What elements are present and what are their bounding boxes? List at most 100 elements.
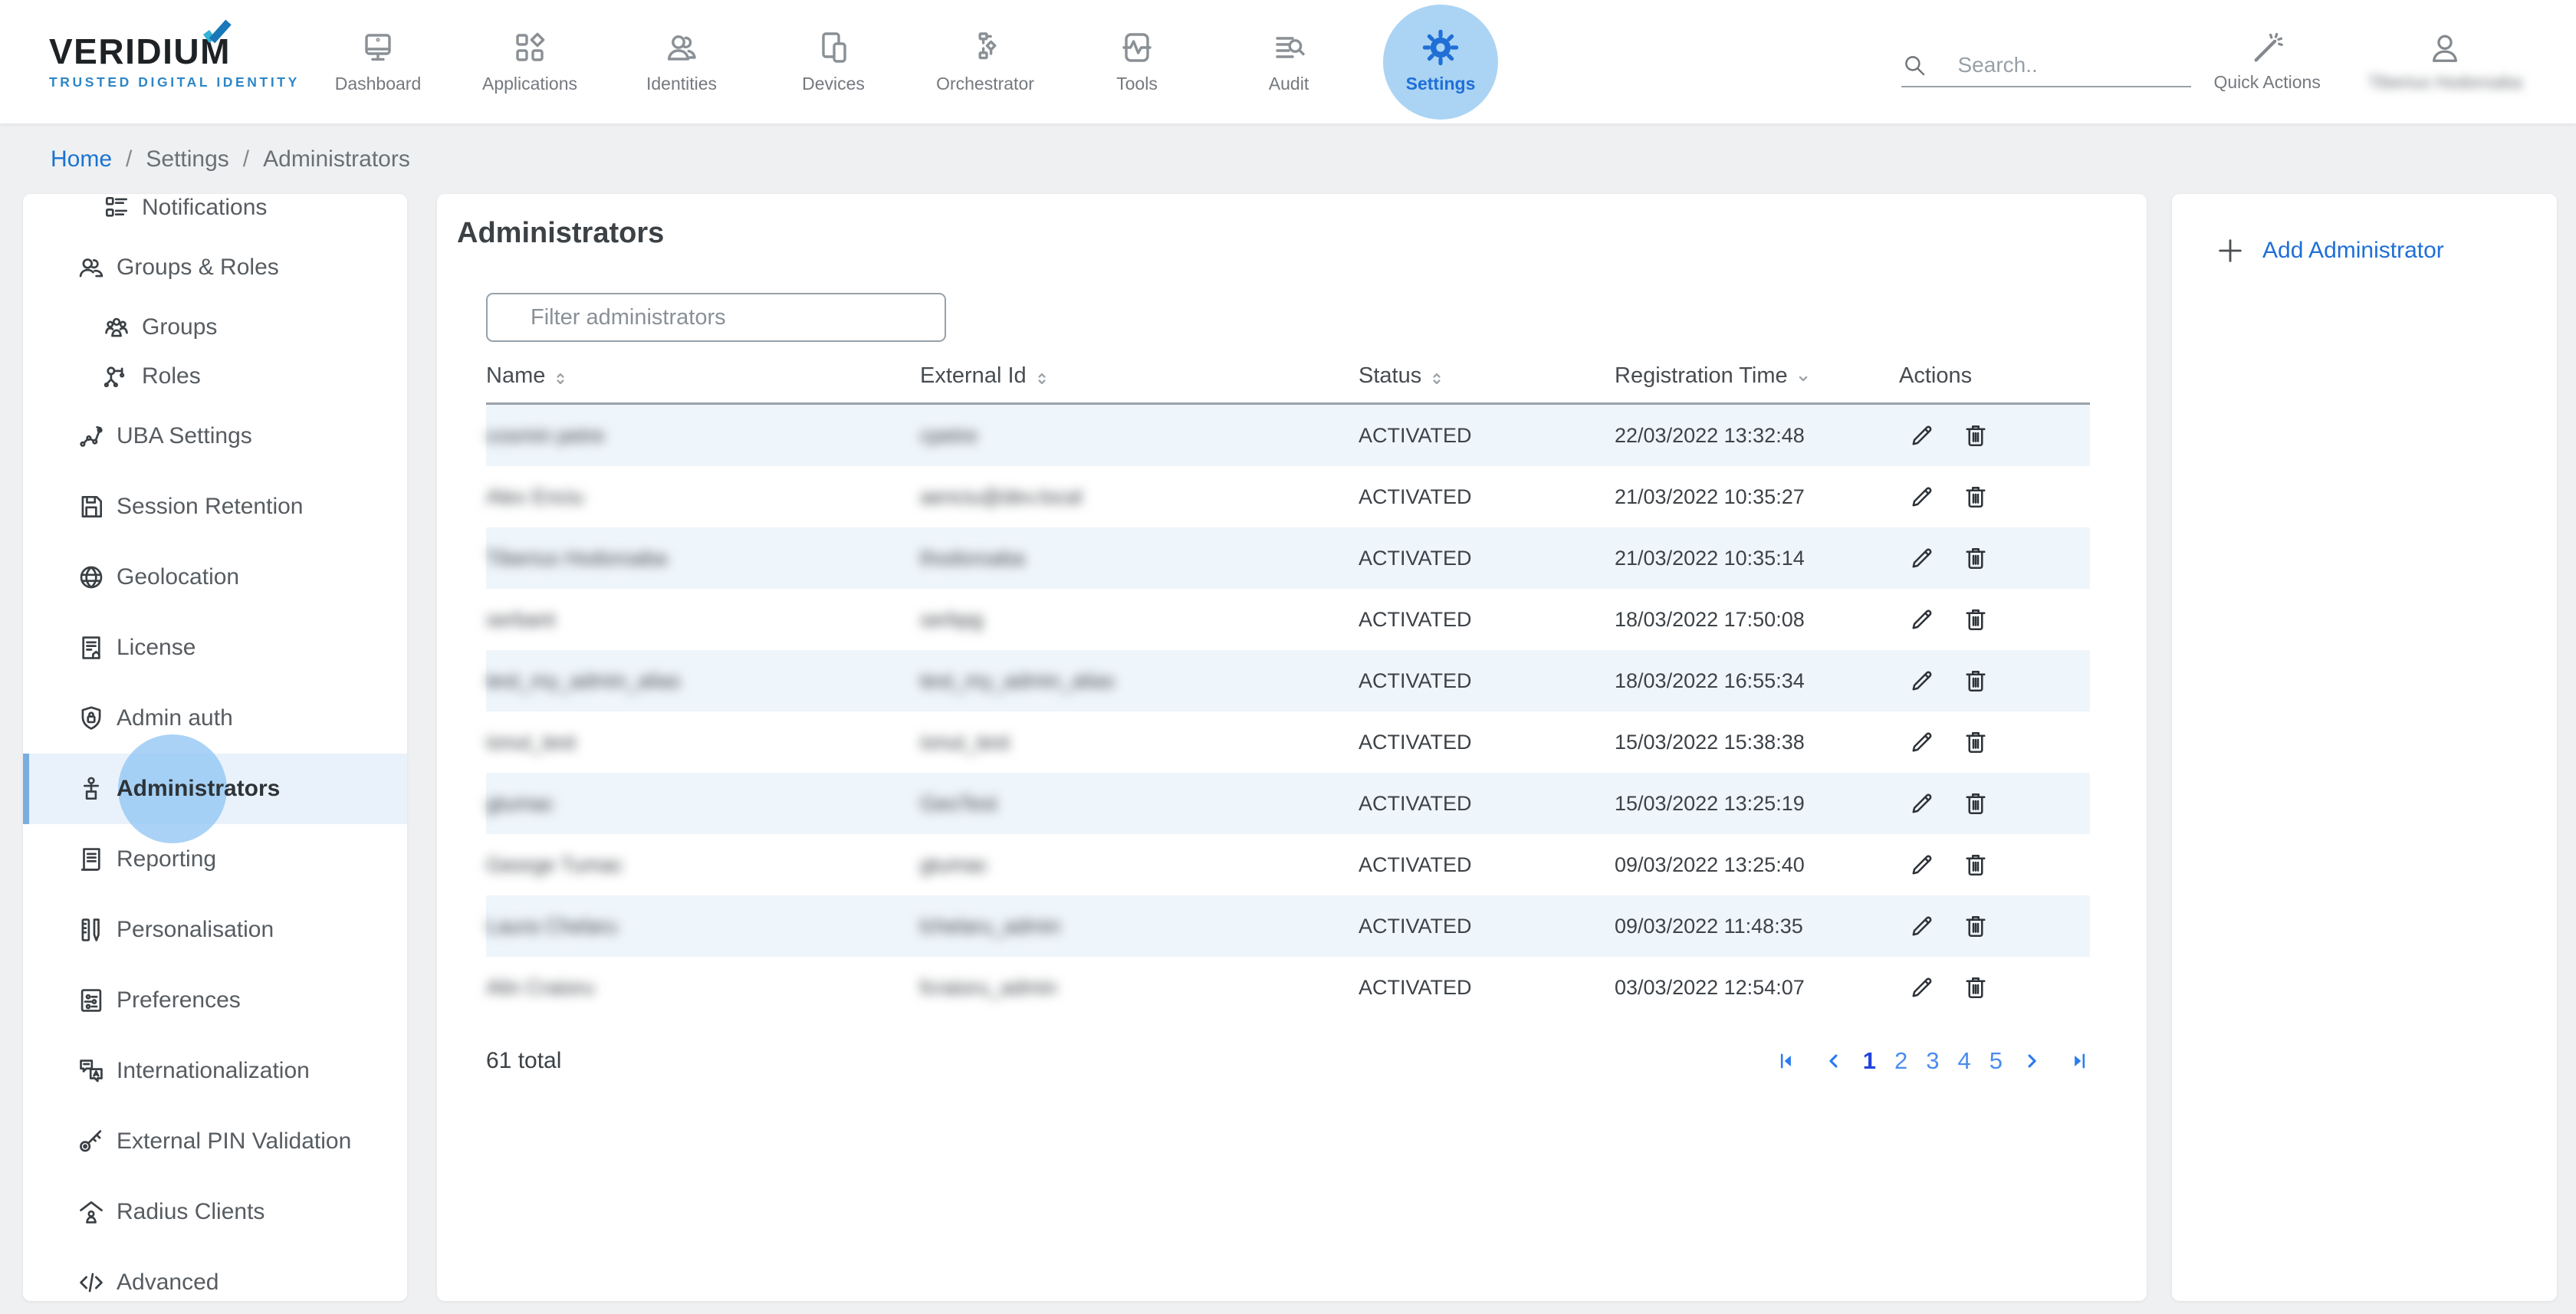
column-header-external-id[interactable]: External Id — [920, 363, 1359, 389]
sidebar-item-license[interactable]: License — [23, 613, 407, 683]
edit-button[interactable] — [1908, 851, 1936, 879]
sidebar-item-external-pin-validation[interactable]: External PIN Validation — [23, 1106, 407, 1177]
nav-label: Settings — [1406, 74, 1476, 94]
trash-icon — [1962, 747, 1990, 758]
uba-icon — [77, 422, 106, 451]
sidebar-item-uba-settings[interactable]: UBA Settings — [23, 401, 407, 471]
sidebar-item-reporting[interactable]: Reporting — [23, 824, 407, 895]
nav-item-orchestrator[interactable]: Orchestrator — [909, 0, 1061, 123]
sort-desc-icon — [1795, 368, 1812, 385]
first-page-button[interactable] — [1776, 1050, 1797, 1072]
trash-icon — [1962, 563, 1990, 574]
delete-button[interactable] — [1962, 912, 1990, 940]
sidebar-item-session-retention[interactable]: Session Retention — [23, 471, 407, 542]
table-row: test_my_admin_aliastest_my_admin_aliasAC… — [486, 650, 2090, 711]
table-row: serbantserbpgACTIVATED18/03/2022 17:50:0… — [486, 589, 2090, 650]
page-number-5[interactable]: 5 — [1990, 1047, 2003, 1075]
nav-item-tools[interactable]: Tools — [1061, 0, 1213, 123]
nav-item-applications[interactable]: Applications — [454, 0, 606, 123]
sidebar-item-label: Administrators — [117, 776, 280, 802]
brand-tagline: TRUSTED DIGITAL IDENTITY — [49, 74, 302, 90]
filter-administrators-input[interactable] — [486, 293, 946, 342]
devices-icon — [815, 29, 852, 66]
edit-button[interactable] — [1908, 790, 1936, 817]
sidebar-item-label: Internationalization — [117, 1058, 310, 1084]
breadcrumb-item-settings: Settings — [146, 146, 228, 172]
administrators-table: NameExternal IdStatus Registration TimeAc… — [486, 350, 2090, 1018]
previous-page-button[interactable] — [1823, 1050, 1845, 1072]
sidebar-item-radius-clients[interactable]: Radius Clients — [23, 1177, 407, 1247]
delete-button[interactable] — [1962, 606, 1990, 633]
column-header-actions: Actions — [1899, 363, 2090, 389]
pencil-icon — [1908, 808, 1936, 820]
previous-page-button-icon — [1823, 1063, 1845, 1074]
sidebar-item-geolocation[interactable]: Geolocation — [23, 542, 407, 613]
edit-button[interactable] — [1908, 544, 1936, 572]
cell-actions — [1899, 483, 2090, 511]
sidebar-item-admin-auth[interactable]: Admin auth — [23, 683, 407, 754]
sidebar-item-label: External PIN Validation — [117, 1128, 351, 1155]
sidebar-item-internationalization[interactable]: Internationalization — [23, 1036, 407, 1106]
personalisation-icon — [77, 915, 106, 944]
search-input[interactable] — [1958, 53, 2173, 77]
sidebar-item-personalisation[interactable]: Personalisation — [23, 895, 407, 965]
quick-actions-button[interactable]: Quick Actions — [2214, 31, 2321, 93]
cell-external-id: serbpg — [920, 608, 1359, 632]
column-header-name[interactable]: Name — [486, 363, 920, 389]
global-search — [1901, 52, 2191, 87]
sidebar-item-groups[interactable]: Groups — [23, 303, 407, 352]
delete-button[interactable] — [1962, 974, 1990, 1001]
breadcrumb-item-home[interactable]: Home — [51, 146, 112, 172]
next-page-button[interactable] — [2021, 1050, 2042, 1072]
orchestrator-icon — [967, 29, 1004, 66]
edit-button[interactable] — [1908, 912, 1936, 940]
user-menu[interactable]: Tiberius Hodoroaba — [2368, 31, 2522, 93]
page-number-3[interactable]: 3 — [1926, 1047, 1939, 1075]
column-header-registration-time[interactable]: Registration Time — [1615, 363, 1899, 389]
page-number-4[interactable]: 4 — [1958, 1047, 1971, 1075]
delete-button[interactable] — [1962, 667, 1990, 695]
sidebar-item-preferences[interactable]: Preferences — [23, 965, 407, 1036]
delete-button[interactable] — [1962, 544, 1990, 572]
sidebar-item-notifications[interactable]: Notifications — [23, 194, 407, 232]
sidebar-item-administrators[interactable]: Administrators — [23, 754, 407, 824]
add-administrator-button[interactable]: Add Administrator — [2215, 235, 2557, 266]
edit-button[interactable] — [1908, 667, 1936, 695]
delete-button[interactable] — [1962, 422, 1990, 449]
cell-actions — [1899, 974, 2090, 1001]
sidebar-item-label: Admin auth — [117, 705, 233, 731]
radius-icon — [77, 1197, 106, 1227]
breadcrumb-separator: / — [126, 146, 132, 172]
cell-actions — [1899, 912, 2090, 940]
edit-button[interactable] — [1908, 728, 1936, 756]
delete-button[interactable] — [1962, 483, 1990, 511]
sidebar-item-advanced[interactable]: Advanced — [23, 1247, 407, 1301]
column-header-status[interactable]: Status — [1359, 363, 1615, 389]
cell-actions — [1899, 728, 2090, 756]
cell-status: ACTIVATED — [1359, 669, 1615, 693]
nav-item-settings[interactable]: Settings — [1365, 0, 1516, 123]
cell-actions — [1899, 606, 2090, 633]
page-number-1[interactable]: 1 — [1863, 1047, 1876, 1075]
edit-button[interactable] — [1908, 483, 1936, 511]
nav-item-dashboard[interactable]: Dashboard — [302, 0, 454, 123]
cell-status: ACTIVATED — [1359, 853, 1615, 877]
edit-button[interactable] — [1908, 974, 1936, 1001]
brand-name: VERIDIUM — [49, 34, 302, 69]
delete-button[interactable] — [1962, 851, 1990, 879]
sort-both-icon — [552, 368, 569, 385]
trash-icon — [1962, 685, 1990, 697]
sidebar-item-roles[interactable]: Roles — [23, 352, 407, 401]
edit-button[interactable] — [1908, 606, 1936, 633]
column-label: Status — [1359, 363, 1421, 389]
nav-item-audit[interactable]: Audit — [1213, 0, 1365, 123]
page-number-2[interactable]: 2 — [1894, 1047, 1907, 1075]
delete-button[interactable] — [1962, 790, 1990, 817]
cell-actions — [1899, 422, 2090, 449]
last-page-button[interactable] — [2068, 1050, 2090, 1072]
edit-button[interactable] — [1908, 422, 1936, 449]
nav-item-devices[interactable]: Devices — [757, 0, 909, 123]
nav-item-identities[interactable]: Identities — [606, 0, 757, 123]
delete-button[interactable] — [1962, 728, 1990, 756]
sidebar-item-groups-roles[interactable]: Groups & Roles — [23, 232, 407, 303]
